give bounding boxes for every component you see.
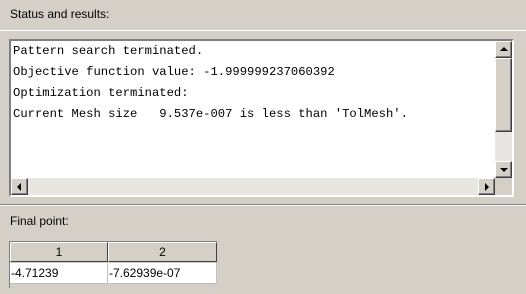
table-column-header[interactable]: 2 xyxy=(108,242,217,262)
status-line: Objective function value: -1.99999923706… xyxy=(13,65,335,79)
status-line: Pattern search terminated. xyxy=(13,44,204,58)
status-results-panel: Status and results: Pattern search termi… xyxy=(0,0,526,294)
horizontal-scrollbar[interactable] xyxy=(11,178,495,195)
scroll-right-button[interactable] xyxy=(478,178,495,195)
scrollbar-corner xyxy=(495,178,512,195)
status-line: Current Mesh size 9.537e-007 is less tha… xyxy=(13,107,408,121)
table-cell[interactable]: -7.62939e-07 xyxy=(108,263,217,284)
scroll-down-button[interactable] xyxy=(495,161,512,178)
arrow-right-icon xyxy=(485,183,489,191)
scroll-left-button[interactable] xyxy=(11,178,28,195)
arrow-left-icon xyxy=(17,183,21,191)
status-text-content: Pattern search terminated. Objective fun… xyxy=(11,41,495,178)
status-results-label: Status and results: xyxy=(10,7,110,21)
status-line: Optimization terminated: xyxy=(13,86,189,100)
section-divider xyxy=(0,204,526,206)
scroll-up-button[interactable] xyxy=(495,41,512,58)
table-cell[interactable]: -4.71239 xyxy=(10,263,108,284)
final-point-label: Final point: xyxy=(10,214,69,228)
table-column-header[interactable]: 1 xyxy=(10,242,108,262)
vertical-scrollbar[interactable] xyxy=(495,41,512,178)
arrow-up-icon xyxy=(500,47,508,51)
vertical-scroll-thumb[interactable] xyxy=(495,58,512,132)
arrow-down-icon xyxy=(500,168,508,172)
status-textarea[interactable]: Pattern search terminated. Objective fun… xyxy=(9,39,514,197)
